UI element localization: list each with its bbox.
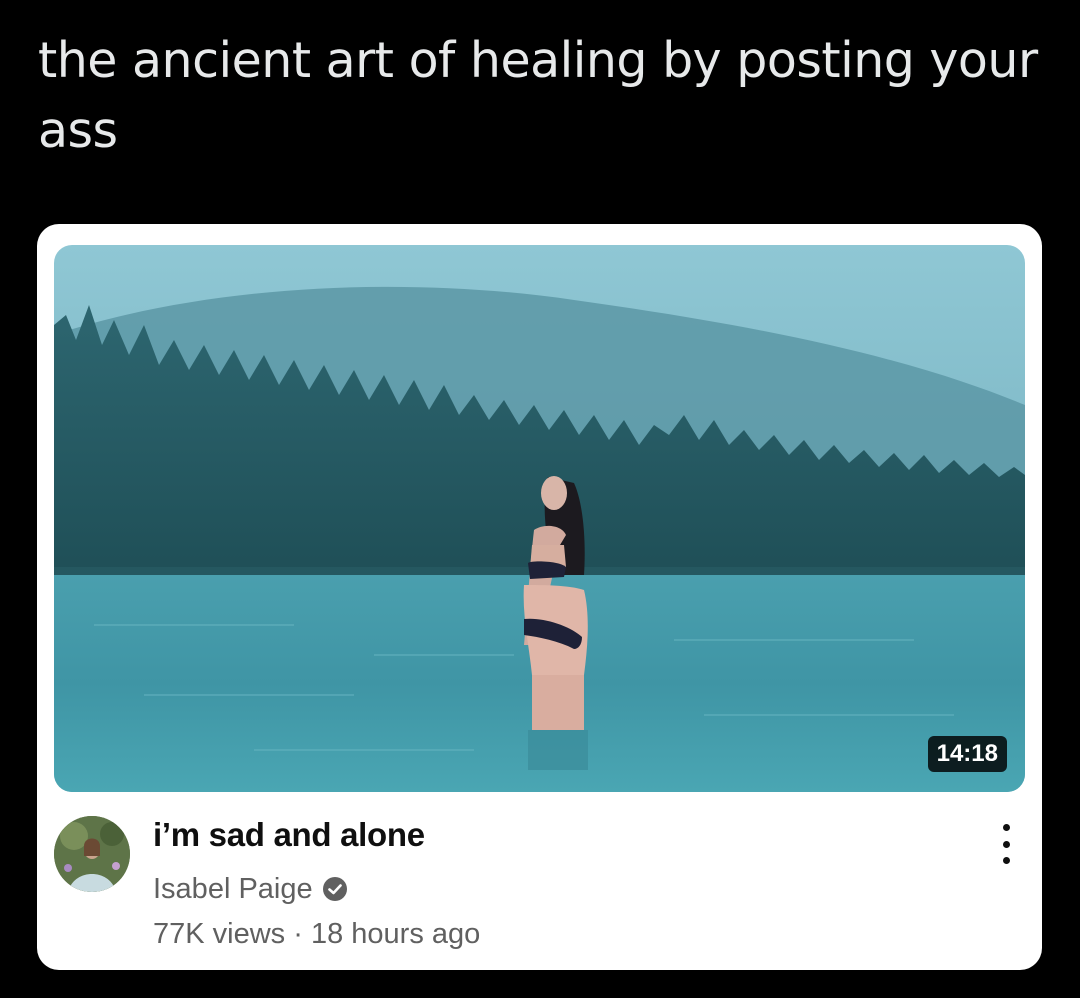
video-metadata: 77K views · 18 hours ago bbox=[153, 918, 480, 951]
duration-badge: 14:18 bbox=[927, 736, 1007, 772]
tweet-text: the ancient art of healing by posting yo… bbox=[38, 32, 1038, 159]
verified-check-icon bbox=[322, 876, 348, 902]
avatar-image bbox=[54, 816, 130, 892]
upload-age: 18 hours ago bbox=[310, 918, 481, 950]
menu-dot bbox=[1002, 824, 1010, 831]
meta-separator: · bbox=[293, 918, 303, 950]
menu-dot bbox=[1002, 840, 1010, 848]
more-vertical-icon[interactable] bbox=[996, 824, 1016, 864]
menu-dot bbox=[1002, 857, 1010, 864]
view-count: 77K views bbox=[153, 918, 286, 950]
video-thumbnail[interactable]: 14:18 bbox=[54, 245, 1025, 792]
channel-avatar[interactable] bbox=[54, 816, 130, 892]
video-title[interactable]: i’m sad and alone bbox=[153, 816, 425, 854]
video-card[interactable]: 14:18 i’m sad and alone Isabel Paige 77K… bbox=[37, 224, 1042, 970]
channel-name[interactable]: Isabel Paige bbox=[153, 873, 313, 906]
channel-row: Isabel Paige bbox=[153, 870, 348, 908]
thumbnail-image bbox=[54, 245, 1025, 792]
